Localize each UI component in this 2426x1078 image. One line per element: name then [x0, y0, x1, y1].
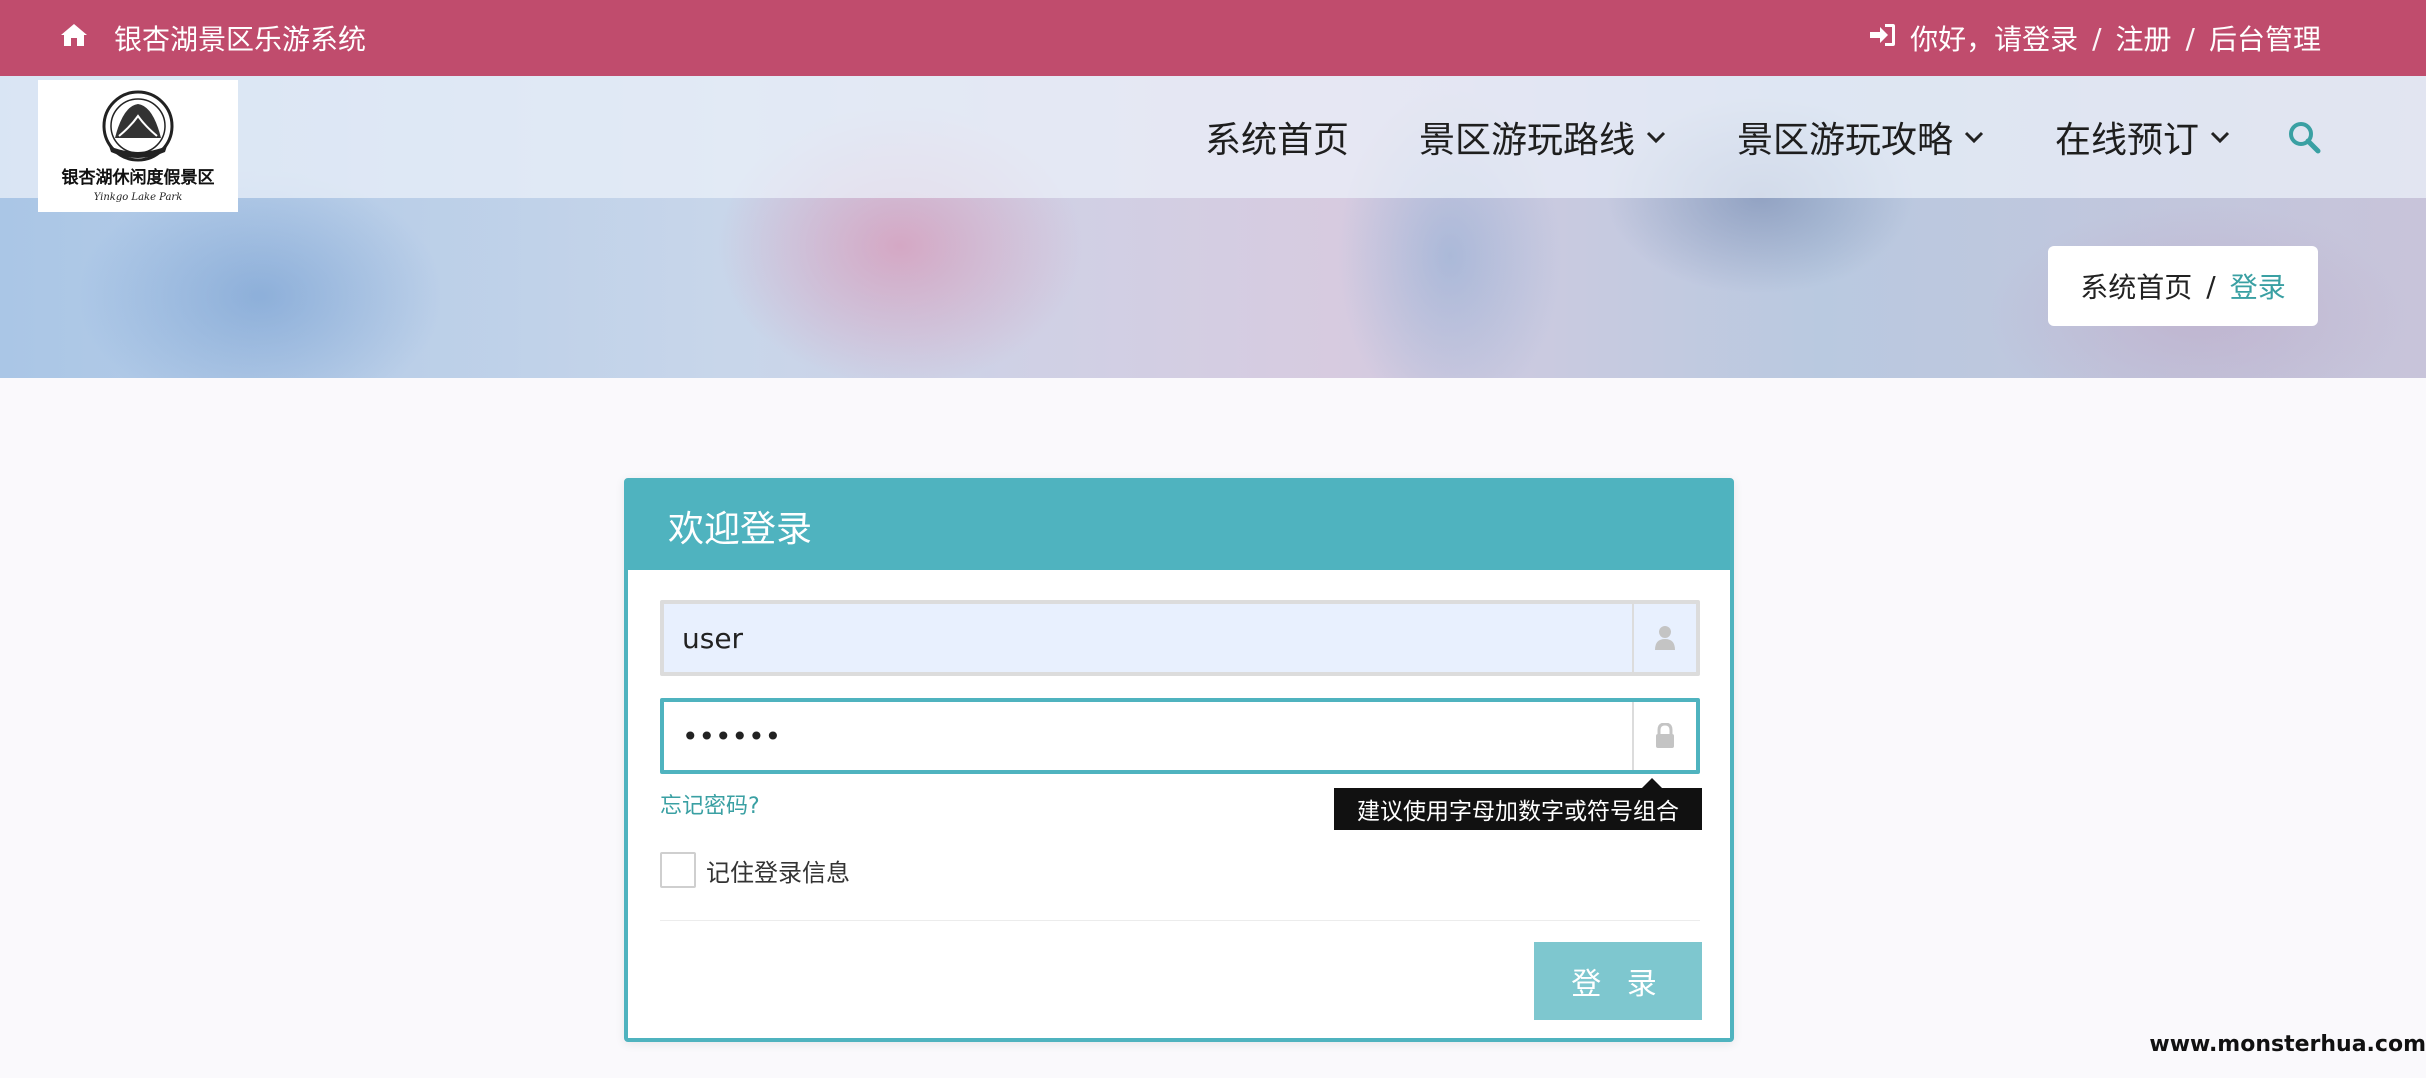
separator: / [2185, 21, 2195, 55]
username-addon [1632, 604, 1696, 672]
nav-item-booking[interactable]: 在线预订 [2055, 111, 2231, 163]
site-title[interactable]: 银杏湖景区乐游系统 [114, 18, 366, 58]
password-addon [1632, 702, 1696, 770]
login-link[interactable]: 你好，请登录 [1910, 18, 2078, 58]
remember-checkbox[interactable] [660, 852, 696, 888]
svg-text:Yinkgo Lake Park: Yinkgo Lake Park [94, 192, 183, 203]
admin-link[interactable]: 后台管理 [2209, 18, 2321, 58]
search-icon[interactable] [2287, 120, 2321, 154]
main-nav: 系统首页 景区游玩路线 景区游玩攻略 在线预订 [1150, 76, 2321, 198]
site-logo[interactable]: 银杏湖休闲度假景区 Yinkgo Lake Park [38, 80, 238, 212]
separator: / [2092, 21, 2102, 55]
nav-item-routes[interactable]: 景区游玩路线 [1419, 111, 1667, 163]
password-hint-tooltip: 建议使用字母加数字或符号组合 [1334, 778, 1702, 830]
breadcrumb-home[interactable]: 系统首页 [2080, 266, 2192, 306]
password-input[interactable]: •••••• [664, 720, 1632, 753]
svg-text:银杏湖休闲度假景区: 银杏湖休闲度假景区 [62, 167, 215, 188]
lock-icon [1656, 723, 1674, 748]
nav-item-label: 系统首页 [1204, 120, 1349, 161]
remember-label: 记住登录信息 [706, 858, 850, 887]
top-bar-left: 银杏湖景区乐游系统 [60, 18, 366, 58]
forgot-password-link[interactable]: 忘记密码? [660, 788, 760, 820]
top-bar: 银杏湖景区乐游系统 你好，请登录 / 注册 / 后台管理 [0, 0, 2426, 76]
user-icon [1655, 626, 1675, 650]
password-field[interactable]: •••••• [660, 698, 1700, 774]
register-link[interactable]: 注册 [2116, 18, 2172, 58]
chevron-down-icon [1964, 131, 1984, 144]
nav-item-guides[interactable]: 景区游玩攻略 [1737, 111, 1985, 163]
logo-emblem-icon: 银杏湖休闲度假景区 Yinkgo Lake Park [62, 90, 215, 203]
chevron-down-icon [2210, 131, 2230, 144]
sign-in-icon [1868, 22, 1896, 55]
nav-item-label: 景区游玩路线 [1418, 120, 1635, 161]
login-panel: 欢迎登录 user •••••• 忘记密码? 建议使用字母加数字或符号组合 记住… [624, 478, 1734, 1042]
nav-item-home[interactable]: 系统首页 [1205, 111, 1349, 163]
login-button[interactable]: 登 录 [1534, 942, 1702, 1020]
remember-me[interactable]: 记住登录信息 [660, 852, 850, 888]
username-input[interactable]: user [664, 622, 1632, 655]
breadcrumb: 系统首页 / 登录 [2048, 246, 2318, 326]
divider [660, 920, 1700, 921]
nav-item-label: 在线预订 [2054, 120, 2199, 161]
breadcrumb-current: 登录 [2229, 271, 2286, 304]
breadcrumb-separator: / [2206, 269, 2216, 303]
login-heading: 欢迎登录 [628, 482, 1730, 570]
nav-item-label: 景区游玩攻略 [1736, 120, 1953, 161]
username-field[interactable]: user [660, 600, 1700, 676]
top-bar-right: 你好，请登录 / 注册 / 后台管理 [1868, 18, 2321, 58]
chevron-down-icon [1646, 131, 1666, 144]
home-icon[interactable] [60, 22, 88, 55]
watermark: www.monsterhua.com [2149, 1032, 2426, 1057]
